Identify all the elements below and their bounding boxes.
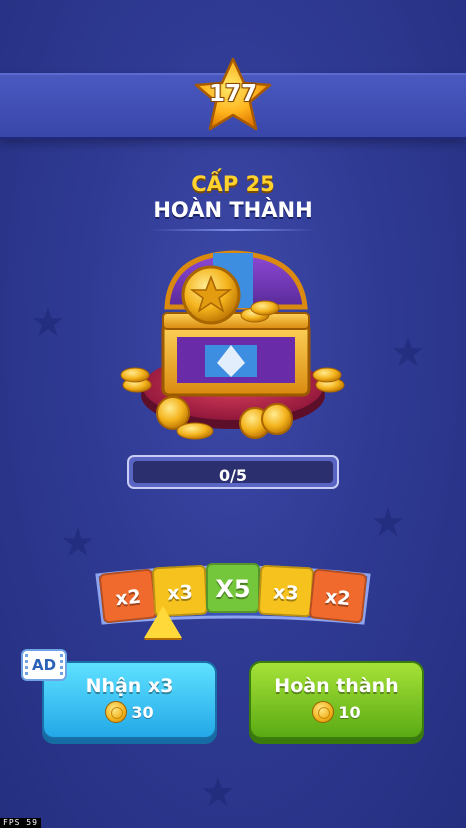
complete-button[interactable]: Hoàn thành 10 [249, 661, 424, 739]
fps-counter: FPS 59 [0, 818, 41, 828]
background-star-icon: ★ [200, 770, 236, 816]
multiplier-pointer-icon [144, 606, 182, 638]
multiplier-x5-center: X5 [206, 563, 260, 613]
fps-label: FPS [3, 818, 21, 827]
complete-button-label: Hoàn thành [274, 675, 399, 697]
multiplier-label: x2 [323, 585, 352, 611]
complete-cost-value: 10 [338, 702, 361, 722]
complete-button-cost: 10 [251, 701, 422, 723]
progress-track: 0/5 [133, 461, 333, 485]
coin-icon [105, 701, 128, 723]
coin-icon [312, 701, 335, 723]
level-label: CẤP 25 [191, 172, 275, 196]
progress-bar: 0/5 [127, 455, 339, 489]
claim-cost-value: 30 [131, 702, 154, 722]
title-divider [150, 229, 316, 231]
fps-value: 59 [26, 818, 38, 827]
claim-button-label: Nhận x3 [85, 675, 174, 697]
completion-title: HOÀN THÀNH [153, 198, 313, 222]
multiplier-label: x3 [272, 581, 300, 605]
treasure-chest-icon [120, 250, 345, 440]
background-star-icon: ★ [390, 330, 426, 376]
multiplier-x3-right: x3 [257, 564, 315, 618]
ad-badge: AD [21, 649, 67, 681]
background-star-icon: ★ [30, 300, 66, 346]
multiplier-label: X5 [215, 575, 251, 603]
claim-button-cost: 30 [44, 701, 215, 723]
star-count: 177 [208, 81, 257, 107]
progress-text: 0/5 [218, 466, 248, 485]
claim-x3-button[interactable]: Nhận x3 30 [42, 661, 217, 739]
multiplier-x2-right: x2 [308, 568, 368, 624]
multiplier-bar: x2 x3 X5 x3 x2 [93, 561, 373, 629]
background-star-icon: ★ [370, 500, 406, 546]
star-counter: 177 [193, 56, 273, 134]
background-star-icon: ★ [60, 520, 96, 566]
